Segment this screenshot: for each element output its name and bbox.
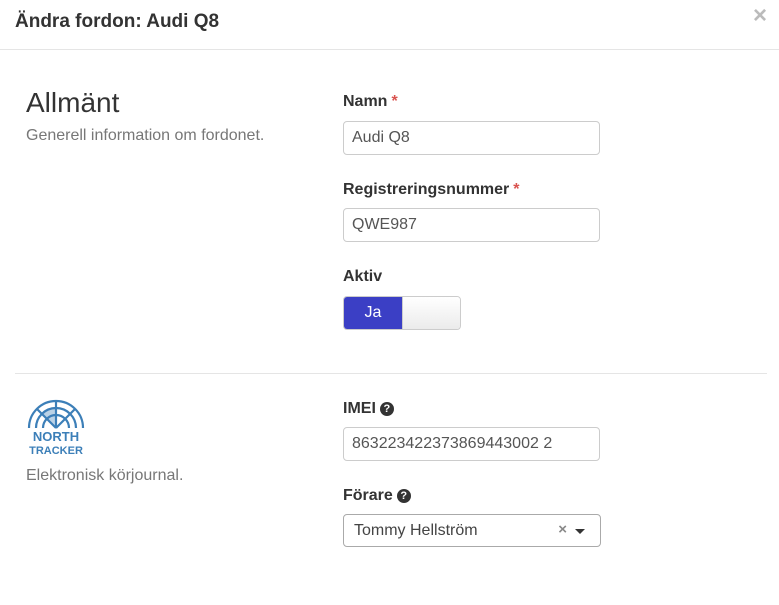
name-label: Namn * [343, 93, 398, 110]
imei-label: IMEI? [343, 400, 394, 418]
required-mark: * [391, 93, 398, 110]
registration-label: Registreringsnummer * [343, 181, 520, 198]
modal-header: Ändra fordon: Audi Q8 × [0, 0, 779, 50]
logo-text-north: NORTH [33, 429, 79, 444]
toggle-handle [402, 297, 460, 329]
active-label: Aktiv [343, 268, 383, 285]
modal-title: Ändra fordon: Audi Q8 [15, 11, 220, 32]
close-icon[interactable]: × [753, 4, 767, 28]
driver-select[interactable]: Tommy Hellström × [343, 514, 601, 547]
name-input[interactable] [343, 121, 600, 155]
help-icon[interactable]: ? [379, 402, 394, 416]
logo-text-tracker: TRACKER [29, 445, 83, 456]
toggle-on-label: Ja [344, 297, 402, 329]
clear-icon[interactable]: × [558, 521, 567, 538]
north-tracker-logo: NORTH TRACKER [27, 399, 85, 456]
driver-label: Förare? [343, 487, 411, 505]
active-toggle[interactable]: Ja [343, 296, 461, 330]
required-mark: * [513, 181, 520, 198]
chevron-down-icon[interactable] [575, 529, 585, 534]
section-description-general: Generell information om fordonet. [26, 127, 265, 144]
section-divider [15, 373, 767, 374]
section-title-general: Allmänt [26, 87, 120, 118]
help-icon[interactable]: ? [396, 489, 411, 503]
driver-select-value: Tommy Hellström [354, 522, 478, 539]
integration-description: Elektronisk körjournal. [26, 467, 184, 484]
registration-input[interactable] [343, 208, 600, 242]
imei-input[interactable] [343, 427, 600, 461]
